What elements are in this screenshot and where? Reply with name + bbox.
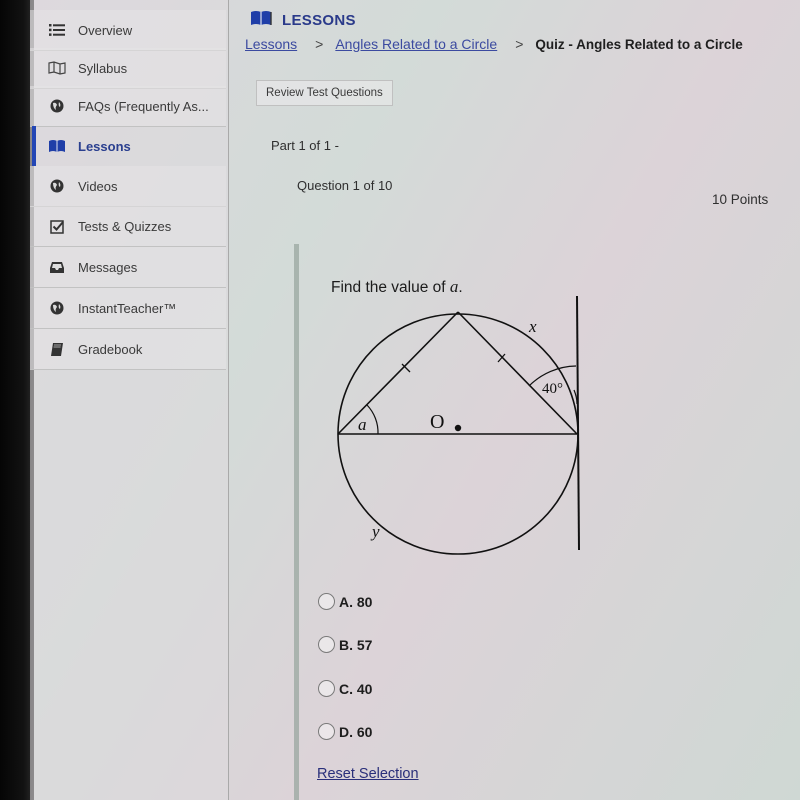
- sidebar-item-label: Gradebook: [78, 341, 143, 357]
- angle-40-label: 40°: [542, 381, 563, 397]
- breadcrumb-separator: >: [315, 36, 324, 52]
- question-points: 10 Points: [712, 192, 769, 207]
- book-open-icon: [250, 10, 272, 31]
- breadcrumb-lessons-link[interactable]: Lessons: [245, 36, 297, 52]
- sidebar-item-label: Lessons: [78, 138, 131, 154]
- radio-button[interactable]: [318, 593, 335, 610]
- sidebar-item-instantteacher[interactable]: InstantTeacher™: [30, 288, 226, 329]
- answer-choice-a[interactable]: A. 80: [318, 593, 372, 610]
- angle-arc-a: [366, 404, 379, 435]
- reset-selection-link[interactable]: Reset Selection: [317, 766, 419, 782]
- answer-choice-c[interactable]: C. 40: [318, 680, 372, 697]
- tangent-line: [576, 295, 580, 551]
- answer-choice-b[interactable]: B. 57: [318, 636, 372, 653]
- globe-icon: [48, 178, 66, 194]
- center-label: O: [430, 411, 444, 433]
- choice-label: B. 57: [339, 636, 373, 653]
- question-panel-border: [294, 244, 299, 800]
- section-header: LESSONS: [250, 10, 356, 31]
- choice-label: A. 80: [339, 593, 373, 610]
- sidebar-item-syllabus[interactable]: Syllabus: [30, 48, 226, 89]
- sidebar-item-label: FAQs (Frequently As...: [78, 98, 209, 114]
- sidebar-item-messages[interactable]: Messages: [30, 247, 226, 288]
- sidebar-item-label: Messages: [78, 259, 138, 275]
- sidebar-item-faqs[interactable]: FAQs (Frequently As...: [30, 86, 226, 127]
- sidebar-item-label: Videos: [78, 178, 118, 194]
- center-point: [454, 424, 462, 432]
- section-title: LESSONS: [282, 12, 356, 29]
- sidebar-item-tests-quizzes[interactable]: Tests & Quizzes: [30, 206, 226, 247]
- arc-y-label: y: [370, 522, 380, 541]
- globe-icon: [48, 300, 66, 316]
- question-number: Question 1 of 10: [297, 178, 393, 193]
- radio-button[interactable]: [318, 636, 335, 653]
- radio-button[interactable]: [318, 723, 335, 740]
- radio-button[interactable]: [318, 680, 335, 697]
- list-icon: [48, 22, 66, 38]
- breadcrumb: Lessons > Angles Related to a Circle > Q…: [245, 36, 743, 52]
- sidebar-item-label: Overview: [78, 22, 133, 38]
- inbox-icon: [48, 259, 66, 275]
- sidebar-item-lessons[interactable]: Lessons: [30, 126, 226, 166]
- map-icon: [48, 60, 66, 76]
- breadcrumb-current: Quiz - Angles Related to a Circle: [535, 36, 743, 52]
- angle-a-label: a: [358, 415, 367, 434]
- sidebar-item-overview[interactable]: Overview: [30, 10, 226, 51]
- checkbox-icon: [48, 218, 66, 234]
- review-test-questions-button[interactable]: Review Test Questions: [256, 80, 393, 106]
- breadcrumb-separator: >: [515, 36, 524, 52]
- sidebar-item-label: Tests & Quizzes: [78, 218, 172, 234]
- answer-choice-d[interactable]: D. 60: [318, 723, 372, 740]
- globe-icon: [48, 98, 66, 114]
- sidebar-item-gradebook[interactable]: Gradebook: [30, 329, 226, 370]
- sidebar: Overview Syllabus FAQs (Frequently As...…: [30, 0, 229, 800]
- choice-label: C. 40: [339, 680, 373, 697]
- circle-diagram: O a 40° x y: [337, 295, 580, 555]
- book-icon: [48, 341, 66, 357]
- choice-label: D. 60: [339, 723, 373, 740]
- sidebar-item-label: Syllabus: [78, 60, 128, 76]
- sidebar-item-label: InstantTeacher™: [78, 300, 177, 316]
- breadcrumb-topic-link[interactable]: Angles Related to a Circle: [335, 36, 497, 52]
- sidebar-item-videos[interactable]: Videos: [30, 166, 226, 207]
- screen-bezel: [0, 0, 34, 800]
- book-open-icon: [48, 138, 66, 154]
- arc-x-label: x: [528, 317, 537, 336]
- part-indicator: Part 1 of 1 -: [271, 138, 339, 153]
